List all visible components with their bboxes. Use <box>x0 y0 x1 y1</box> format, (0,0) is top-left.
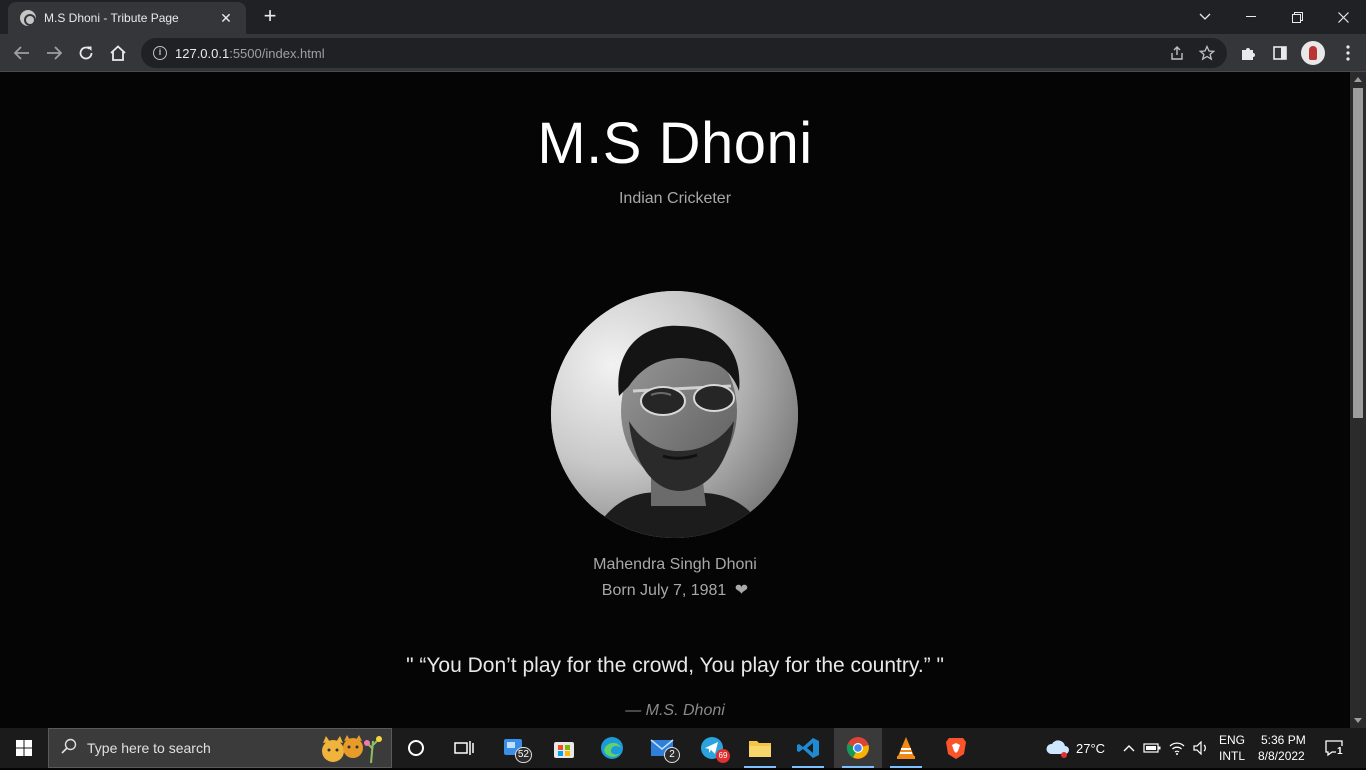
globe-icon <box>20 10 36 26</box>
show-hidden-icons-chevron-icon[interactable] <box>1119 738 1139 758</box>
file-explorer-icon[interactable] <box>736 728 784 768</box>
wifi-icon[interactable] <box>1167 738 1187 758</box>
mail-icon[interactable]: 2 <box>638 728 686 768</box>
task-view-icon[interactable] <box>440 728 488 768</box>
reload-icon[interactable] <box>72 39 100 67</box>
volume-icon[interactable] <box>1191 738 1211 758</box>
battery-icon[interactable] <box>1142 738 1162 758</box>
heart-icon: ❤ <box>734 582 749 599</box>
page-scrollbar[interactable] <box>1350 72 1366 728</box>
dhoni-portrait-image <box>551 291 798 538</box>
news-badge: 52 <box>514 747 532 763</box>
search-icon <box>61 738 77 759</box>
profile-avatar[interactable] <box>1301 41 1325 65</box>
bookmark-star-icon[interactable] <box>1198 44 1216 66</box>
back-arrow-icon[interactable] <box>8 39 36 67</box>
url-path: :5500/index.html <box>229 45 325 61</box>
chrome-icon[interactable] <box>834 728 882 768</box>
edge-browser-icon[interactable] <box>588 728 636 768</box>
clock-date[interactable]: 8/8/2022 <box>1258 749 1305 763</box>
browser-toolbar: i 127.0.0.1:5500/index.html <box>0 34 1366 72</box>
brave-browser-icon[interactable] <box>932 728 980 768</box>
quote-author: — M.S. Dhoni <box>625 702 725 719</box>
home-icon[interactable] <box>104 39 132 67</box>
portrait-caption-born: Born July 7, 1981 ❤ <box>0 580 1350 600</box>
page-subtitle: Indian Cricketer <box>618 190 732 207</box>
mail-badge: 2 <box>664 747 680 763</box>
cortana-icon[interactable] <box>392 728 440 768</box>
tab-close-icon[interactable]: ✕ <box>218 10 234 27</box>
taskbar-search-box[interactable] <box>48 728 392 768</box>
quote-text: " “You Don’t play for the crowd, You pla… <box>406 654 944 677</box>
keyboard-layout[interactable]: INTL <box>1219 749 1245 763</box>
taskbar-search-input[interactable] <box>87 740 307 756</box>
portrait-caption-name: Mahendra Singh Dhoni <box>593 556 757 573</box>
telegram-icon[interactable]: 69 <box>688 728 736 768</box>
scroll-down-arrow-icon[interactable] <box>1354 718 1362 723</box>
microsoft-store-icon[interactable] <box>540 728 588 768</box>
forward-arrow-icon[interactable] <box>40 39 68 67</box>
new-tab-button[interactable]: + <box>258 5 282 29</box>
side-panel-icon[interactable] <box>1266 39 1294 67</box>
site-info-icon[interactable]: i <box>153 46 167 60</box>
browser-tabstrip: M.S Dhoni - Tribute Page ✕ + <box>0 0 1366 34</box>
scroll-up-arrow-icon[interactable] <box>1354 77 1362 82</box>
browser-tab-active[interactable]: M.S Dhoni - Tribute Page ✕ <box>8 2 246 34</box>
page-title: M.S Dhoni <box>537 111 813 176</box>
minimize-button[interactable] <box>1228 0 1274 34</box>
url-host: 127.0.0.1 <box>175 45 230 61</box>
address-bar[interactable]: i 127.0.0.1:5500/index.html <box>141 38 1227 68</box>
weather-temperature[interactable]: 27°C <box>1076 741 1105 756</box>
tab-title: M.S Dhoni - Tribute Page <box>44 11 179 25</box>
weather-cloud-icon[interactable] <box>1044 738 1072 758</box>
page-viewport: M.S Dhoni Indian Cricketer Mahendra Sing… <box>0 72 1350 728</box>
extensions-puzzle-icon[interactable] <box>1234 39 1262 67</box>
close-window-button[interactable] <box>1320 0 1366 34</box>
tab-search-chevron-icon[interactable] <box>1182 0 1228 34</box>
windows-start-icon[interactable] <box>0 728 48 768</box>
restore-button[interactable] <box>1274 0 1320 34</box>
born-text: Born July 7, 1981 <box>601 582 727 599</box>
telegram-badge: 69 <box>716 749 730 763</box>
scrollbar-thumb[interactable] <box>1353 88 1363 418</box>
search-highlight-cats-icon <box>317 733 383 765</box>
notification-count: 1 <box>1336 746 1344 757</box>
input-language[interactable]: ENG <box>1219 733 1245 747</box>
vlc-icon[interactable] <box>882 728 930 768</box>
share-icon[interactable] <box>1169 45 1185 66</box>
browser-menu-icon[interactable] <box>1334 39 1362 67</box>
clock-time[interactable]: 5:36 PM <box>1261 733 1306 747</box>
news-app-icon[interactable]: 52 <box>490 728 538 768</box>
vscode-icon[interactable] <box>784 728 832 768</box>
windows-taskbar: 52 2 69 27°C <box>0 728 1366 768</box>
